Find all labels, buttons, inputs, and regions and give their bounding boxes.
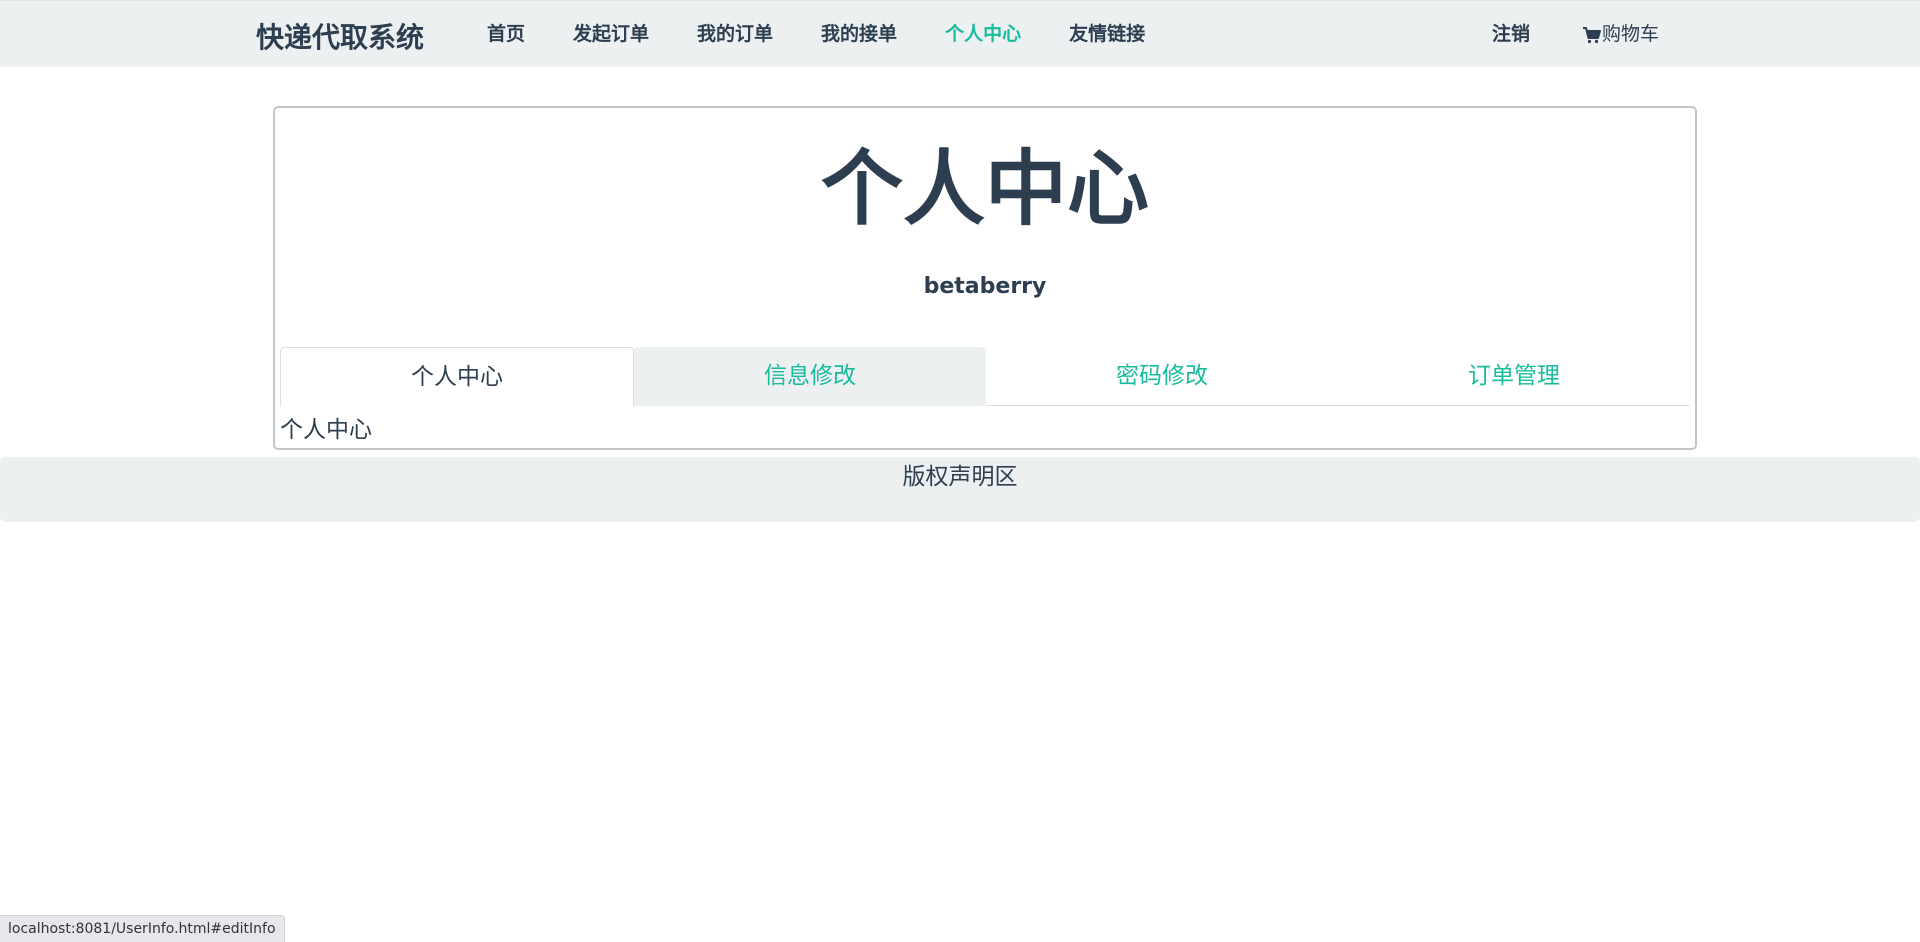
logout-link[interactable]: 注销 xyxy=(1468,1,1554,68)
nav-right: 注销 购物车 xyxy=(1468,1,1683,68)
cart-link[interactable]: 购物车 xyxy=(1554,1,1683,68)
tab-edit-info[interactable]: 信息修改 xyxy=(634,347,986,406)
cart-label: 购物车 xyxy=(1602,23,1660,45)
tab-personal-center[interactable]: 个人中心 xyxy=(280,347,634,407)
nav-link-home[interactable]: 首页 xyxy=(463,1,549,68)
main-nav: 首页 发起订单 我的订单 我的接单 个人中心 友情链接 xyxy=(463,1,1169,68)
nav-link-my-orders[interactable]: 我的订单 xyxy=(673,1,797,68)
personal-center-panel: 个人中心 betaberry 个人中心 信息修改 密码修改 订单管理 个人中心 xyxy=(273,106,1697,450)
tab-change-password[interactable]: 密码修改 xyxy=(986,347,1338,406)
tab-bar: 个人中心 信息修改 密码修改 订单管理 xyxy=(280,347,1690,407)
nav-link-personal-center[interactable]: 个人中心 xyxy=(921,1,1045,68)
shopping-cart-icon xyxy=(1583,26,1602,43)
tab-order-management[interactable]: 订单管理 xyxy=(1338,347,1690,406)
nav-link-create-order[interactable]: 发起订单 xyxy=(549,1,673,68)
footer-copyright: 版权声明区 xyxy=(0,457,1920,522)
browser-status-bar: localhost:8081/UserInfo.html#editInfo xyxy=(0,915,285,942)
top-navbar: 快递代取系统 首页 发起订单 我的订单 我的接单 个人中心 友情链接 注销 购物… xyxy=(0,0,1920,67)
nav-link-my-accepted[interactable]: 我的接单 xyxy=(797,1,921,68)
brand-logo-text[interactable]: 快递代取系统 xyxy=(256,16,424,56)
page-title: 个人中心 xyxy=(820,142,1149,237)
tab-content: 个人中心 xyxy=(280,417,372,443)
username-label: betaberry xyxy=(923,274,1047,299)
nav-link-friend-links[interactable]: 友情链接 xyxy=(1045,1,1169,68)
